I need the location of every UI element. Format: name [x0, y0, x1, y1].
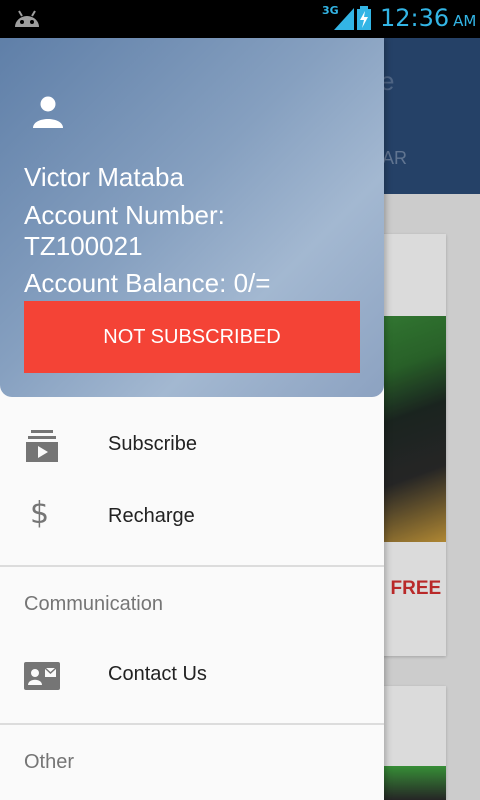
user-name: Victor Mataba	[24, 162, 184, 192]
drawer-item-contact-us[interactable]: Contact Us	[0, 640, 384, 712]
contact-card-icon	[24, 662, 60, 690]
clock-time: 12:36	[380, 4, 450, 32]
account-balance: Account Balance: 0/=	[24, 268, 271, 298]
dollar-icon: $	[30, 496, 50, 531]
section-header-other: Other	[24, 751, 75, 773]
drawer-header: Victor Mataba Account Number: TZ100021 A…	[0, 38, 384, 397]
drawer-item-label: Contact Us	[108, 663, 207, 685]
drawer-item-subscribe[interactable]: Subscribe	[0, 410, 384, 482]
battery-charging-icon	[357, 6, 371, 30]
drawer-divider	[0, 565, 384, 567]
status-bar: 3G 12:36 AM	[0, 0, 480, 38]
account-number-label: Account Number:	[24, 200, 225, 230]
drawer-divider	[0, 723, 384, 725]
subscriptions-icon	[26, 430, 58, 462]
navigation-drawer: Victor Mataba Account Number: TZ100021 A…	[0, 38, 384, 800]
section-header-communication: Communication	[24, 593, 163, 615]
person-icon	[33, 96, 63, 128]
drawer-item-label: Subscribe	[108, 433, 197, 455]
account-number: TZ100021	[24, 231, 143, 261]
subscription-status-button[interactable]: NOT SUBSCRIBED	[24, 301, 360, 373]
drawer-item-recharge[interactable]: $ Recharge	[0, 482, 384, 554]
clock-ampm: AM	[453, 12, 477, 30]
signal-icon	[334, 8, 354, 30]
clock: 12:36 AM	[380, 4, 476, 32]
drawer-item-label: Recharge	[108, 505, 195, 527]
android-debug-icon	[15, 10, 39, 27]
